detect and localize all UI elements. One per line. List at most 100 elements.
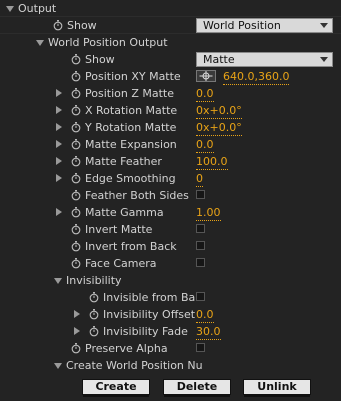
dropdown-value: World Position [203,19,281,32]
value-x-rotation-matte[interactable]: 0x+0.0° [196,103,242,119]
effect-controls-panel: Output Show World Position World Position O… [0,0,341,401]
stopwatch-icon[interactable] [88,325,100,337]
property-row-invisibility-fade: Invisibility Fade 30.0 [0,323,341,340]
crosshair-target-icon[interactable] [196,70,216,82]
stopwatch-icon[interactable] [70,104,82,116]
twirl-closed-icon[interactable] [56,123,62,131]
value-position-z-matte[interactable]: 0.0 [196,86,214,102]
property-label: Preserve Alpha [85,342,168,355]
property-label: Invisible from Bac [103,291,195,304]
delete-button[interactable]: Delete [163,379,231,397]
show-dropdown[interactable]: World Position [196,18,333,33]
twirl-open-icon[interactable] [54,278,62,284]
button-bar: Create Delete Unlink [0,377,341,401]
stopwatch-icon[interactable] [70,155,82,167]
property-label: World Position Output [48,36,168,49]
property-row-world-position-output: World Position Output [0,34,341,51]
property-row-invisible-from-bac: Invisible from Bac [0,289,341,306]
stopwatch-icon[interactable] [70,240,82,252]
unlink-button[interactable]: Unlink [243,379,311,397]
stopwatch-icon[interactable] [70,189,82,201]
twirl-closed-icon[interactable] [56,157,62,165]
property-label: Show [85,53,115,66]
twirl-closed-icon[interactable] [56,106,62,114]
property-row-y-rotation-matte: Y Rotation Matte 0x+0.0° [0,119,341,136]
twirl-closed-icon[interactable] [56,208,62,216]
property-row-face-camera: Face Camera [0,255,341,272]
property-row-position-z-matte: Position Z Matte 0.0 [0,85,341,102]
property-row-matte-expansion: Matte Expansion 0.0 [0,136,341,153]
property-label: Create World Position Nu [66,359,203,372]
checkbox-feather-both-sides[interactable] [196,190,205,199]
checkbox-preserve-alpha[interactable] [196,343,205,352]
property-label: Invert Matte [85,223,153,236]
property-row-output: Output [0,0,341,17]
checkbox-invert-matte[interactable] [196,224,205,233]
twirl-open-icon[interactable] [36,40,44,46]
property-label: Output [18,2,57,15]
value-y-rotation-matte[interactable]: 0x+0.0° [196,120,242,136]
stopwatch-icon[interactable] [70,206,82,218]
value-invisibility-offset[interactable]: 0.0 [196,307,214,323]
property-row-feather-both-sides: Feather Both Sides [0,187,341,204]
property-row-x-rotation-matte: X Rotation Matte 0x+0.0° [0,102,341,119]
value-edge-smoothing[interactable]: 0 [196,171,203,187]
property-row-position-xy-matte: Position XY Matte 640.0,360.0 [0,68,341,85]
property-label: Matte Expansion [85,138,177,151]
value-invisibility-fade[interactable]: 30.0 [196,324,221,340]
value-position-xy-matte[interactable]: 640.0,360.0 [223,69,290,85]
property-row-invisibility-offset: Invisibility Offset 0.0 [0,306,341,323]
twirl-closed-icon[interactable] [56,89,62,97]
stopwatch-icon[interactable] [52,19,64,31]
twirl-closed-icon[interactable] [74,310,80,318]
property-label: Edge Smoothing [85,172,176,185]
stopwatch-icon[interactable] [70,53,82,65]
checkbox-face-camera[interactable] [196,258,205,267]
property-row-create-world-position-nu: Create World Position Nu [0,357,341,374]
property-label: Invert from Back [85,240,177,253]
property-label: Matte Feather [85,155,162,168]
dropdown-value: Matte [203,53,235,66]
property-row-invert-from-back: Invert from Back [0,238,341,255]
stopwatch-icon[interactable] [70,138,82,150]
twirl-open-icon[interactable] [54,363,62,369]
property-row-edge-smoothing: Edge Smoothing 0 [0,170,341,187]
property-row-preserve-alpha: Preserve Alpha [0,340,341,357]
value-matte-gamma[interactable]: 1.00 [196,205,221,221]
twirl-open-icon[interactable] [6,6,14,12]
checkbox-invisible-from-bac[interactable] [196,292,205,301]
property-label: Invisibility [66,274,122,287]
property-label: Feather Both Sides [85,189,189,202]
value-matte-expansion[interactable]: 0.0 [196,137,214,153]
stopwatch-icon[interactable] [70,121,82,133]
property-label: Y Rotation Matte [85,121,177,134]
stopwatch-icon[interactable] [70,87,82,99]
show-dropdown[interactable]: Matte [196,52,333,67]
chevron-down-icon [320,23,328,28]
stopwatch-icon[interactable] [70,257,82,269]
property-label: X Rotation Matte [85,104,178,117]
stopwatch-icon[interactable] [88,308,100,320]
stopwatch-icon[interactable] [88,291,100,303]
stopwatch-icon[interactable] [70,70,82,82]
value-matte-feather[interactable]: 100.0 [196,154,228,170]
create-button[interactable]: Create [82,379,150,397]
property-label: Show [67,19,97,32]
property-label: Invisibility Offset [103,308,195,321]
property-label: Face Camera [85,257,157,270]
property-row-show: Show Matte [0,51,341,68]
stopwatch-icon[interactable] [70,223,82,235]
property-row-matte-gamma: Matte Gamma 1.00 [0,204,341,221]
chevron-down-icon [320,57,328,62]
twirl-closed-icon[interactable] [74,327,80,335]
property-row-invisibility: Invisibility [0,272,341,289]
property-label: Position XY Matte [85,70,181,83]
stopwatch-icon[interactable] [70,342,82,354]
property-label: Position Z Matte [85,87,174,100]
checkbox-invert-from-back[interactable] [196,241,205,250]
twirl-closed-icon[interactable] [56,140,62,148]
stopwatch-icon[interactable] [70,172,82,184]
twirl-closed-icon[interactable] [56,174,62,182]
property-row-matte-feather: Matte Feather 100.0 [0,153,341,170]
property-label: Invisibility Fade [103,325,188,338]
